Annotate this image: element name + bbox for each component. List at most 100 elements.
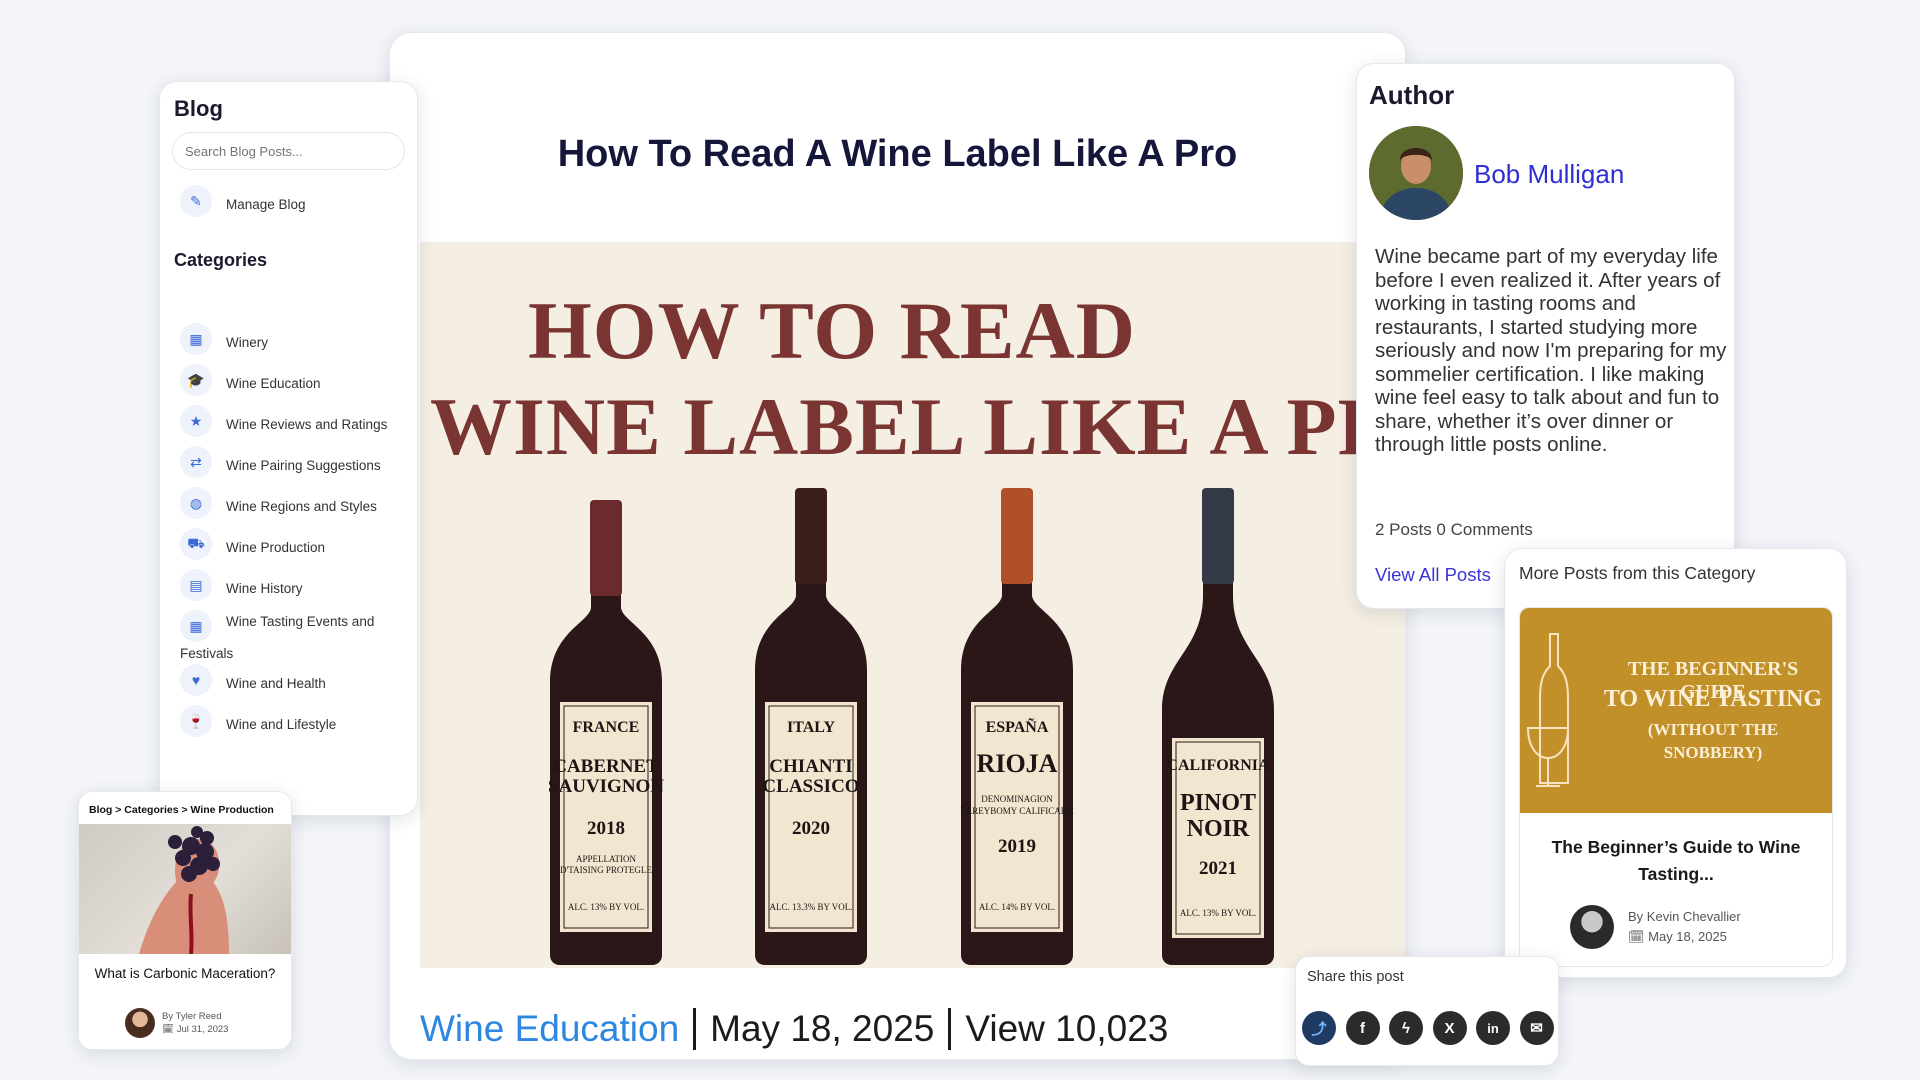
more-posts-heading: More Posts from this Category xyxy=(1519,563,1756,583)
author-card: Author Bob Mulligan Wine became part of … xyxy=(1356,63,1735,609)
more-post-author-row: By Kevin Chevallier xyxy=(1628,909,1741,924)
more-post-image-line-3: (WITHOUT THE xyxy=(1647,720,1779,739)
sidebar-category-label: Wine and Health xyxy=(226,676,326,691)
book-icon: ▤ xyxy=(180,569,212,601)
avatar[interactable] xyxy=(1369,126,1463,220)
sidebar-category-label: Wine Regions and Styles xyxy=(226,499,377,514)
bottle-label-name-1: CHIANTI xyxy=(769,756,852,777)
sidebar-category-label: Wine History xyxy=(226,581,303,596)
related-post-author-name: By Tyler Reed xyxy=(162,1011,222,1022)
article-title: How To Read A Wine Label Like A Pro xyxy=(557,133,1238,175)
breadcrumb[interactable]: Blog > Categories > Wine Production xyxy=(89,804,274,816)
bottle-label-alc: ALC. 13.3% BY VOL. xyxy=(770,902,853,912)
sidebar-category-item[interactable]: ▦ Winery xyxy=(180,323,415,355)
wine-bottle: ESPAÑA RIOJA 2019 DENOMINAGION EAREYBOMY CAL… xyxy=(960,488,1074,965)
bottle-label-region: ITALY xyxy=(787,719,835,736)
wine-bottle: CALIFORNIA PINOTNOIR 2021 ALC. 13% BY VOL. xyxy=(1162,488,1274,965)
bottle-label-name-1: PINOT xyxy=(1180,790,1256,816)
more-post-image-line-4: SNOBBERY) xyxy=(1663,743,1763,762)
bottle-label-extra-1: DENOMINAGION xyxy=(981,794,1053,804)
sidebar-category-label: Wine and Lifestyle xyxy=(226,717,337,732)
article-views: View 10,023 xyxy=(965,1008,1169,1049)
more-post-date: May 18, 2025 xyxy=(1648,929,1727,944)
sidebar-category-item[interactable]: 🎓 Wine Education xyxy=(180,364,415,396)
sidebar-category-item[interactable]: ♥ Wine and Health xyxy=(180,664,415,696)
related-post-card[interactable]: Blog > Categories > Wine Production What… xyxy=(78,791,292,1050)
tractor-icon: ⛟ xyxy=(180,528,212,560)
author-bio: Wine became part of my everyday life bef… xyxy=(1375,245,1727,456)
bottle-label-extra-2: EAREYBOMY CALIFICADA xyxy=(960,806,1074,816)
more-post-title[interactable]: The Beginner’s Guide to Wine Tasting... xyxy=(1528,834,1824,888)
avatar xyxy=(125,1008,155,1038)
share-icon[interactable]: ⤴ xyxy=(1302,1011,1336,1045)
sidebar-category-item[interactable]: 🍷 Wine and Lifestyle xyxy=(180,705,415,737)
blog-sidebar: Blog ✎ Manage Blog Categories ▦ Winery 🎓 Wi… xyxy=(159,81,418,816)
sidebar-category-item[interactable]: ▦ Wine Tasting Events and Festivals xyxy=(180,610,415,665)
sidebar-category-item[interactable]: ▤ Wine History xyxy=(180,569,415,601)
email-icon[interactable]: ✉ xyxy=(1519,1011,1554,1045)
manage-blog-link[interactable]: ✎ Manage Blog xyxy=(180,185,306,217)
wine-glass-icon: 🍷 xyxy=(180,705,212,737)
heart-pulse-icon: ♥ xyxy=(180,664,212,696)
facebook-icon[interactable]: f xyxy=(1345,1011,1380,1045)
manage-blog-label: Manage Blog xyxy=(226,197,306,212)
article-card: How To Read A Wine Label Like A Pro HOW … xyxy=(389,32,1406,1060)
bottle-label-region: FRANCE xyxy=(573,719,640,736)
sidebar-category-item[interactable]: ⇄ Wine Pairing Suggestions xyxy=(180,446,415,478)
bottle-label-extra-1: APPELLATION xyxy=(576,854,636,864)
sidebar-category-label: Wine Production xyxy=(226,540,326,555)
bottle-label-name-1: RIOJA xyxy=(977,749,1058,778)
star-icon: ★ xyxy=(180,405,212,437)
related-post-author: By Tyler Reed 🗓 Jul 31, 2023 xyxy=(125,1008,228,1038)
author-name-link[interactable]: Bob Mulligan xyxy=(1474,159,1624,190)
grapes-hand-image xyxy=(139,826,229,954)
article-date: May 18, 2025 xyxy=(710,1008,935,1049)
wine-bottle-glass-icon xyxy=(1526,633,1570,787)
sidebar-category-item[interactable]: ◍ Wine Regions and Styles xyxy=(180,487,415,519)
graduation-cap-icon: 🎓 xyxy=(180,364,212,396)
bottle-label-name-2: CLASSICO xyxy=(762,776,859,797)
sidebar-category-item[interactable]: ★ Wine Reviews and Ratings xyxy=(180,405,415,437)
more-post-by: By xyxy=(1628,909,1644,924)
related-post-date: Jul 31, 2023 xyxy=(176,1024,229,1035)
avatar xyxy=(1570,905,1614,949)
share-buttons: ⤴ f ϟ X in ✉ xyxy=(1302,1011,1558,1045)
related-post-title[interactable]: What is Carbonic Maceration? xyxy=(89,965,281,983)
bottle-label-name-2: NOIR xyxy=(1187,816,1250,842)
bottle-label-name-1: CABERNET xyxy=(553,756,659,777)
bottle-label-extra-2: D'TAISING PROTEGLE xyxy=(560,865,652,875)
wine-bottles-illustration: FRANCE CABERNETSAUVIGNON 2018 APPELLATIOND'… xyxy=(548,488,1274,965)
more-post-image-line-2: TO WINE TASTING xyxy=(1603,686,1823,712)
share-label: Share this post xyxy=(1307,969,1404,985)
article-hero-image: HOW TO READ WINE LABEL LIKE A PR FRANCE C… xyxy=(420,242,1405,968)
meta-divider xyxy=(693,1008,697,1050)
bottle-label-region: CALIFORNIA xyxy=(1166,757,1270,774)
post-thumbnail[interactable] xyxy=(79,824,291,954)
messenger-icon[interactable]: ϟ xyxy=(1389,1011,1423,1045)
share-card: Share this post ⤴ f ϟ X in ✉ xyxy=(1295,956,1559,1066)
categories-heading: Categories xyxy=(174,250,268,270)
building-icon: ▦ xyxy=(180,323,212,355)
sidebar-category-item[interactable]: ⛟ Wine Production xyxy=(180,528,415,560)
linkedin-icon[interactable]: in xyxy=(1476,1011,1510,1045)
bottle-label-name-2: SAUVIGNON xyxy=(548,776,664,797)
calendar-icon: 🗓 xyxy=(162,1024,175,1035)
author-heading: Author xyxy=(1369,80,1455,110)
author-stats: 2 Posts 0 Comments xyxy=(1375,520,1533,539)
view-all-posts-link[interactable]: View All Posts xyxy=(1375,564,1491,586)
article-category-link[interactable]: Wine Education xyxy=(420,1008,679,1050)
more-post-item[interactable]: THE BEGINNER'S GUIDE TO WINE TASTING (WI… xyxy=(1519,607,1833,967)
x-icon[interactable]: X xyxy=(1432,1011,1467,1045)
search-input[interactable] xyxy=(172,132,405,170)
more-post-thumbnail[interactable]: THE BEGINNER'S GUIDE TO WINE TASTING (WI… xyxy=(1520,608,1832,813)
sidebar-title: Blog xyxy=(174,96,223,121)
bottle-label-year: 2018 xyxy=(587,818,625,839)
globe-icon: ◍ xyxy=(180,487,212,519)
meta-divider xyxy=(948,1008,952,1050)
bottle-label-year: 2021 xyxy=(1199,858,1237,879)
bottle-label-region: ESPAÑA xyxy=(986,717,1049,736)
wine-bottle: ITALY CHIANTICLASSICO 2020 ALC. 13.3% BY VO… xyxy=(755,488,867,965)
wine-bottle: FRANCE CABERNETSAUVIGNON 2018 APPELLATIOND'… xyxy=(548,500,664,965)
sidebar-category-label: Wine Reviews and Ratings xyxy=(226,417,388,432)
related-post-date-row: 🗓 Jul 31, 2023 xyxy=(162,1024,228,1035)
